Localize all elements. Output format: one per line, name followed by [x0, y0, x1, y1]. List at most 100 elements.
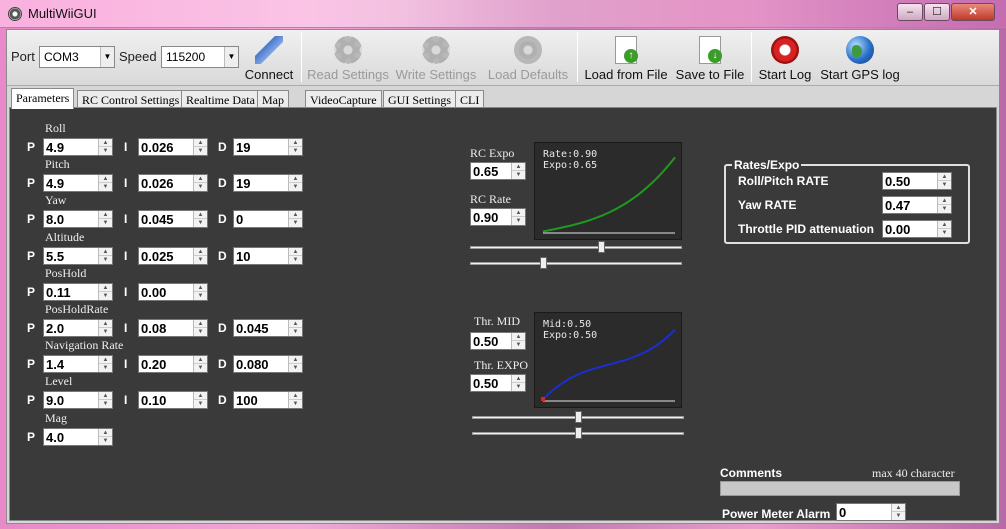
spin-down-icon[interactable]: ▼ — [512, 341, 525, 349]
spin-down-icon[interactable]: ▼ — [289, 400, 302, 408]
spin-up-icon[interactable]: ▲ — [289, 139, 302, 147]
pid-d-input[interactable]: 0.045 ▲ ▼ — [233, 319, 303, 337]
pid-p-input[interactable]: 8.0 ▲ ▼ — [43, 210, 113, 228]
spin-up-icon[interactable]: ▲ — [289, 356, 302, 364]
spin-up-icon[interactable]: ▲ — [194, 356, 207, 364]
pid-p-input[interactable]: 9.0 ▲ ▼ — [43, 391, 113, 409]
pid-i-input[interactable]: 0.026 ▲ ▼ — [138, 138, 208, 156]
spin-down-icon[interactable]: ▼ — [99, 219, 112, 227]
tab-rc-control-settings[interactable]: RC Control Settings — [77, 90, 185, 108]
spin-down-icon[interactable]: ▼ — [194, 183, 207, 191]
spin-up-icon[interactable]: ▲ — [194, 211, 207, 219]
pid-p-input[interactable]: 4.9 ▲ ▼ — [43, 174, 113, 192]
spin-down-icon[interactable]: ▼ — [99, 328, 112, 336]
spin-down-icon[interactable]: ▼ — [194, 147, 207, 155]
pid-p-input[interactable]: 4.0 ▲ ▼ — [43, 428, 113, 446]
spin-up-icon[interactable]: ▲ — [99, 320, 112, 328]
write-settings-button[interactable]: Write Settings — [393, 30, 479, 84]
slider-thumb[interactable] — [575, 411, 582, 423]
rc-expo-input[interactable]: 0.65 ▲ ▼ — [470, 162, 526, 180]
spin-down-icon[interactable]: ▼ — [194, 400, 207, 408]
tab-gui-settings[interactable]: GUI Settings — [383, 90, 456, 108]
start-log-button[interactable]: Start Log — [755, 30, 815, 84]
spin-up-icon[interactable]: ▲ — [938, 221, 951, 229]
load-defaults-button[interactable]: Load Defaults — [483, 30, 573, 84]
spin-down-icon[interactable]: ▼ — [512, 217, 525, 225]
start-gps-log-button[interactable]: Start GPS log — [819, 30, 901, 84]
minimize-button[interactable]: ‒ — [897, 3, 923, 21]
spin-down-icon[interactable]: ▼ — [194, 328, 207, 336]
throttle-pid-attenuation-input[interactable]: 0.00 ▲ ▼ — [882, 220, 952, 238]
pid-i-input[interactable]: 0.025 ▲ ▼ — [138, 247, 208, 265]
tab-parameters[interactable]: Parameters — [11, 88, 75, 109]
pid-d-input[interactable]: 19 ▲ ▼ — [233, 138, 303, 156]
spin-up-icon[interactable]: ▲ — [99, 392, 112, 400]
pid-i-input[interactable]: 0.026 ▲ ▼ — [138, 174, 208, 192]
thr-mid-slider[interactable] — [472, 411, 684, 423]
spin-up-icon[interactable]: ▲ — [289, 211, 302, 219]
pid-d-input[interactable]: 10 ▲ ▼ — [233, 247, 303, 265]
spin-down-icon[interactable]: ▼ — [99, 256, 112, 264]
spin-up-icon[interactable]: ▲ — [289, 248, 302, 256]
rc-rate-input[interactable]: 0.90 ▲ ▼ — [470, 208, 526, 226]
load-from-file-button[interactable]: ↑ Load from File — [581, 30, 671, 84]
spin-up-icon[interactable]: ▲ — [99, 211, 112, 219]
spin-up-icon[interactable]: ▲ — [99, 429, 112, 437]
spin-down-icon[interactable]: ▼ — [99, 437, 112, 445]
pid-d-input[interactable]: 100 ▲ ▼ — [233, 391, 303, 409]
slider-thumb[interactable] — [540, 257, 548, 269]
spin-down-icon[interactable]: ▼ — [99, 292, 112, 300]
slider-thumb[interactable] — [575, 427, 582, 439]
roll-pitch-rate-input[interactable]: 0.50 ▲ ▼ — [882, 172, 952, 190]
spin-up-icon[interactable]: ▲ — [99, 284, 112, 292]
spin-down-icon[interactable]: ▼ — [194, 256, 207, 264]
pid-i-input[interactable]: 0.20 ▲ ▼ — [138, 355, 208, 373]
spin-up-icon[interactable]: ▲ — [512, 163, 525, 171]
spin-down-icon[interactable]: ▼ — [512, 383, 525, 391]
spin-up-icon[interactable]: ▲ — [512, 333, 525, 341]
yaw-rate-input[interactable]: 0.47 ▲ ▼ — [882, 196, 952, 214]
pid-p-input[interactable]: 1.4 ▲ ▼ — [43, 355, 113, 373]
close-button[interactable]: ✕ — [951, 3, 995, 21]
spin-up-icon[interactable]: ▲ — [289, 320, 302, 328]
rc-expo-slider[interactable] — [470, 257, 682, 269]
thr-mid-input[interactable]: 0.50 ▲ ▼ — [470, 332, 526, 350]
spin-down-icon[interactable]: ▼ — [938, 205, 951, 213]
spin-down-icon[interactable]: ▼ — [938, 181, 951, 189]
spin-down-icon[interactable]: ▼ — [194, 364, 207, 372]
slider-thumb[interactable] — [598, 241, 606, 253]
spin-up-icon[interactable]: ▲ — [194, 320, 207, 328]
spin-up-icon[interactable]: ▲ — [99, 139, 112, 147]
spin-down-icon[interactable]: ▼ — [289, 364, 302, 372]
spin-up-icon[interactable]: ▲ — [892, 504, 905, 512]
spin-up-icon[interactable]: ▲ — [194, 284, 207, 292]
power-meter-alarm-input[interactable]: 0 ▲ ▼ — [836, 503, 906, 521]
spin-up-icon[interactable]: ▲ — [194, 248, 207, 256]
thr-expo-slider[interactable] — [472, 427, 684, 439]
maximize-button[interactable]: ☐ — [924, 3, 950, 21]
comments-input[interactable] — [720, 481, 960, 496]
pid-i-input[interactable]: 0.08 ▲ ▼ — [138, 319, 208, 337]
speed-select[interactable]: 115200 ▼ — [161, 46, 239, 68]
pid-d-input[interactable]: 19 ▲ ▼ — [233, 174, 303, 192]
pid-p-input[interactable]: 5.5 ▲ ▼ — [43, 247, 113, 265]
pid-i-input[interactable]: 0.045 ▲ ▼ — [138, 210, 208, 228]
port-select[interactable]: COM3 ▼ — [39, 46, 115, 68]
spin-up-icon[interactable]: ▲ — [938, 173, 951, 181]
spin-down-icon[interactable]: ▼ — [512, 171, 525, 179]
spin-down-icon[interactable]: ▼ — [194, 219, 207, 227]
tab-cli[interactable]: CLI — [455, 90, 485, 108]
spin-up-icon[interactable]: ▲ — [99, 175, 112, 183]
tab-realtime-data[interactable]: Realtime Data — [181, 90, 260, 108]
spin-down-icon[interactable]: ▼ — [99, 183, 112, 191]
tab-videocapture[interactable]: VideoCapture — [305, 90, 382, 108]
thr-expo-input[interactable]: 0.50 ▲ ▼ — [470, 374, 526, 392]
spin-down-icon[interactable]: ▼ — [938, 229, 951, 237]
spin-up-icon[interactable]: ▲ — [512, 375, 525, 383]
pid-p-input[interactable]: 4.9 ▲ ▼ — [43, 138, 113, 156]
spin-down-icon[interactable]: ▼ — [892, 512, 905, 520]
pid-i-input[interactable]: 0.00 ▲ ▼ — [138, 283, 208, 301]
spin-up-icon[interactable]: ▲ — [512, 209, 525, 217]
rc-rate-slider[interactable] — [470, 241, 682, 253]
connect-button[interactable]: Connect — [241, 30, 297, 84]
